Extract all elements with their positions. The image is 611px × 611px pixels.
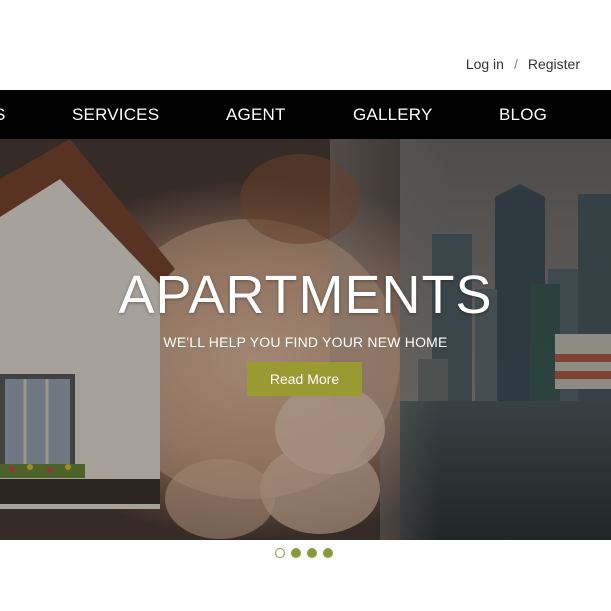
page: Log in / Register S SERVICES AGENT GALLE…	[0, 0, 611, 611]
slider-dot-4[interactable]	[323, 548, 333, 558]
nav-item-blog[interactable]: BLOG	[499, 90, 547, 139]
slider-dot-3[interactable]	[307, 548, 317, 558]
nav-item-gallery[interactable]: GALLERY	[353, 90, 433, 139]
nav-item-services[interactable]: SERVICES	[72, 90, 159, 139]
register-link[interactable]: Register	[528, 56, 580, 72]
slider-pagination	[275, 548, 339, 558]
hero-title: APARTMENTS	[118, 265, 493, 325]
auth-separator: /	[513, 56, 518, 72]
login-link[interactable]: Log in	[466, 56, 504, 72]
slider-dot-1[interactable]	[275, 548, 285, 558]
main-nav: S SERVICES AGENT GALLERY BLOG	[0, 90, 611, 139]
hero-slider: APARTMENTS WE'LL HELP YOU FIND YOUR NEW …	[0, 139, 611, 540]
nav-item-partial[interactable]: S	[0, 90, 6, 139]
read-more-button[interactable]: Read More	[247, 362, 362, 396]
hero-subtitle: WE'LL HELP YOU FIND YOUR NEW HOME	[163, 334, 448, 350]
auth-links: Log in / Register	[466, 56, 580, 72]
slider-dot-2[interactable]	[291, 548, 301, 558]
nav-item-agent[interactable]: AGENT	[226, 90, 286, 139]
